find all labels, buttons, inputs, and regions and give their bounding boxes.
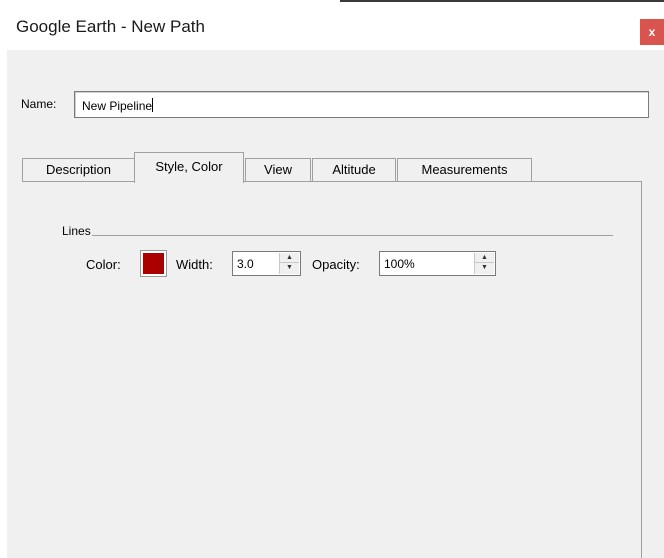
text-caret: [152, 98, 154, 112]
name-input[interactable]: New Pipeline: [74, 91, 649, 118]
line-color-fill: [143, 253, 164, 274]
tab-view-label: View: [264, 162, 292, 177]
width-up-arrow-icon[interactable]: ▲: [280, 253, 299, 263]
dialog-body: Name: New Pipeline Description Style, Co…: [7, 50, 664, 558]
tab-style-color-label: Style, Color: [155, 159, 223, 174]
window-title: Google Earth - New Path: [16, 17, 205, 36]
lines-group-label: Lines: [62, 224, 92, 238]
tab-measurements[interactable]: Measurements: [397, 158, 532, 182]
width-spinner[interactable]: 3.0 ▲ ▼: [232, 251, 301, 276]
width-label: Width:: [176, 257, 213, 272]
close-button[interactable]: x: [640, 19, 664, 45]
name-input-value: New Pipeline: [82, 99, 153, 113]
width-down-arrow-icon[interactable]: ▼: [280, 263, 299, 273]
opacity-value: 100%: [384, 257, 415, 271]
opacity-label: Opacity:: [312, 257, 360, 272]
tab-strip: Description Style, Color View Altitude M…: [22, 152, 642, 183]
name-label: Name:: [21, 97, 57, 111]
opacity-down-arrow-icon[interactable]: ▼: [475, 263, 494, 273]
width-spinner-buttons: ▲ ▼: [279, 253, 299, 274]
tab-description-label: Description: [45, 162, 112, 177]
tab-altitude-label: Altitude: [332, 162, 376, 177]
tab-panel-style-color: [22, 181, 642, 558]
tab-altitude[interactable]: Altitude: [312, 158, 396, 182]
tab-measurements-label: Measurements: [421, 162, 508, 177]
width-value: 3.0: [237, 257, 254, 271]
tab-description[interactable]: Description: [22, 158, 135, 182]
opacity-spinner[interactable]: 100% ▲ ▼: [379, 251, 496, 276]
line-color-swatch[interactable]: [140, 250, 167, 277]
tab-style-color[interactable]: Style, Color: [134, 152, 244, 183]
lines-group-separator: [89, 235, 613, 236]
title-bar[interactable]: Google Earth - New Path x: [0, 2, 664, 50]
color-label: Color:: [86, 257, 121, 272]
tab-view[interactable]: View: [245, 158, 311, 182]
opacity-up-arrow-icon[interactable]: ▲: [475, 253, 494, 263]
opacity-spinner-buttons: ▲ ▼: [474, 253, 494, 274]
